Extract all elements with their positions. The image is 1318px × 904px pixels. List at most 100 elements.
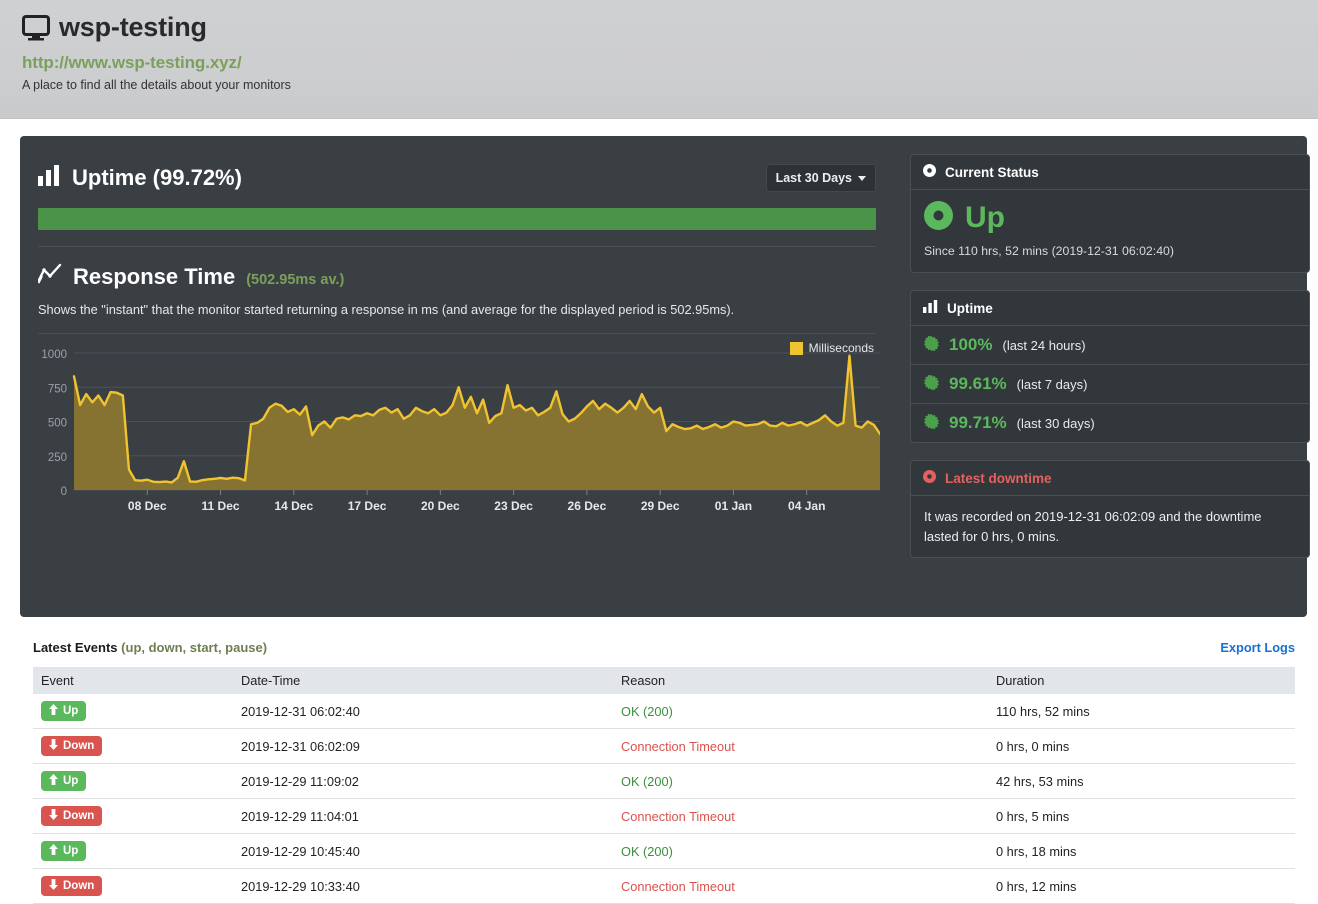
- status-badge: Down: [41, 736, 103, 756]
- cell-datetime: 2019-12-29 11:04:01: [233, 798, 613, 834]
- svg-text:1000: 1000: [41, 349, 67, 361]
- date-range-label: Last 30 Days: [775, 171, 852, 185]
- export-logs-link[interactable]: Export Logs: [1220, 640, 1295, 655]
- uptime-value-30d: 99.71%: [949, 413, 1007, 432]
- status-badge-label: Up: [63, 845, 79, 857]
- svg-text:29 Dec: 29 Dec: [641, 499, 680, 513]
- svg-text:20 Dec: 20 Dec: [421, 499, 460, 513]
- response-time-average: (502.95ms av.): [246, 272, 345, 288]
- current-status-panel-title: Current Status: [945, 164, 1039, 180]
- latest-downtime-panel-header: Latest downtime: [911, 461, 1309, 496]
- latest-events-header: Latest Events (up, down, start, pause) E…: [33, 640, 1295, 655]
- uptime-panel: Uptime 100% (last 24 hours) 99.61% (last…: [910, 290, 1310, 443]
- uptime-bar: [38, 208, 876, 230]
- cell-event: Up: [33, 763, 233, 799]
- column-header-duration: Duration: [988, 667, 1295, 694]
- response-time-heading-text: Response Time: [73, 263, 236, 289]
- events-table: Event Date-Time Reason Duration Up 2019-1…: [33, 667, 1295, 904]
- cell-duration: 110 hrs, 52 mins: [988, 694, 1295, 729]
- monitor-icon: [22, 14, 50, 41]
- svg-text:250: 250: [48, 452, 67, 464]
- chart-canvas: 0 250 500 750 1000 08 Dec 11 Dec 14 Dec 17 Dec 20…: [41, 349, 880, 513]
- chevron-down-icon: [858, 175, 866, 181]
- cell-reason: Connection Timeout: [613, 728, 988, 764]
- cell-datetime: 2019-12-29 10:33:40: [233, 868, 613, 904]
- cell-reason: Connection Timeout: [613, 868, 988, 904]
- uptime-header-row: Uptime (99.72%) Last 30 Days: [36, 152, 878, 192]
- dashboard-right-column: Current Status Up Since 110 hrs, 52 mins…: [910, 154, 1310, 575]
- cell-reason: OK (200): [613, 763, 988, 799]
- uptime-heading: Uptime (99.72%): [38, 164, 242, 192]
- svg-text:14 Dec: 14 Dec: [274, 499, 313, 513]
- status-badge-label: Up: [63, 775, 79, 787]
- latest-downtime-panel: Latest downtime It was recorded on 2019-…: [910, 460, 1310, 558]
- bar-chart-icon: [923, 300, 938, 316]
- latest-downtime-text: It was recorded on 2019-12-31 06:02:09 a…: [924, 509, 1262, 544]
- status-badge: Up: [41, 701, 87, 721]
- status-badge-label: Down: [63, 740, 95, 752]
- uptime-label-30d: (last 30 days): [1016, 415, 1095, 431]
- latest-downtime-panel-title: Latest downtime: [945, 470, 1052, 486]
- cell-datetime: 2019-12-31 06:02:40: [233, 694, 613, 729]
- response-time-header: Response Time (502.95ms av.): [37, 263, 876, 290]
- uptime-row-7d: 99.61% (last 7 days): [911, 365, 1309, 404]
- sunburst-icon: [923, 413, 940, 432]
- uptime-value-24h: 100%: [949, 335, 993, 354]
- response-time-chart: Milliseconds 0 250 500 750 1000 08 Dec 11 Dec 1…: [38, 341, 880, 525]
- column-header-reason: Reason: [613, 667, 988, 694]
- svg-text:23 Dec: 23 Dec: [494, 499, 533, 513]
- column-header-event: Event: [33, 667, 233, 694]
- cell-duration: 0 hrs, 18 mins: [988, 833, 1295, 869]
- svg-text:11 Dec: 11 Dec: [202, 499, 240, 513]
- cell-event: Up: [33, 833, 233, 869]
- status-badge: Down: [41, 806, 103, 826]
- status-badge: Down: [41, 876, 103, 896]
- latest-events-title-muted: (up, down, start, pause): [121, 640, 268, 655]
- cell-datetime: 2019-12-31 06:02:09: [233, 728, 613, 764]
- status-badge-label: Down: [63, 810, 95, 822]
- events-table-header-row: Event Date-Time Reason Duration: [33, 667, 1295, 694]
- svg-text:0: 0: [61, 486, 67, 498]
- events-table-body: Up 2019-12-31 06:02:40 OK (200) 110 hrs, 52…: [33, 694, 1295, 904]
- current-status-value: Up: [924, 201, 1296, 235]
- page-title-text: wsp-testing: [59, 12, 207, 42]
- uptime-panel-title: Uptime: [947, 300, 993, 316]
- cell-event: Down: [33, 798, 233, 834]
- cell-datetime: 2019-12-29 11:09:02: [233, 763, 613, 799]
- dashboard-card: Uptime (99.72%) Last 30 Days Response Ti…: [20, 136, 1310, 617]
- current-status-panel: Current Status Up Since 110 hrs, 52 mins…: [910, 154, 1310, 273]
- page-subtitle: A place to find all the details about yo…: [22, 78, 291, 92]
- uptime-label-24h: (last 24 hours): [1002, 337, 1086, 353]
- dot-circle-icon: [923, 470, 936, 486]
- cell-reason: Connection Timeout: [613, 798, 988, 834]
- table-row: Down 2019-12-29 11:04:01 Connection Timeou…: [33, 798, 1295, 834]
- line-chart-icon: [37, 263, 62, 290]
- arrow-down-icon: [49, 809, 58, 823]
- site-url-link[interactable]: http://www.wsp-testing.xyz/: [22, 53, 1318, 73]
- cell-duration: 0 hrs, 12 mins: [988, 868, 1295, 904]
- sunburst-icon: [923, 374, 940, 393]
- table-row: Up 2019-12-29 11:09:02 OK (200) 42 hrs, 53 …: [33, 763, 1295, 799]
- cell-event: Down: [33, 868, 233, 904]
- svg-text:17 Dec: 17 Dec: [348, 499, 387, 513]
- response-time-description: Shows the "instant" that the monitor sta…: [38, 302, 735, 317]
- latest-events-section: Latest Events (up, down, start, pause) E…: [33, 640, 1295, 904]
- table-row: Up 2019-12-31 06:02:40 OK (200) 110 hrs, 52…: [33, 694, 1295, 729]
- svg-text:01 Jan: 01 Jan: [715, 499, 752, 513]
- cell-duration: 0 hrs, 0 mins: [988, 728, 1295, 764]
- status-since-text: Since 110 hrs, 52 mins (2019-12-31 06:02…: [924, 244, 1174, 258]
- arrow-down-icon: [49, 879, 58, 893]
- column-header-datetime: Date-Time: [233, 667, 613, 694]
- chart-legend: Milliseconds: [789, 341, 874, 355]
- status-dot-circle-icon: [924, 201, 953, 235]
- dashboard-left-column: Uptime (99.72%) Last 30 Days Response Ti…: [36, 152, 880, 525]
- legend-swatch-milliseconds: [789, 341, 803, 355]
- page-header: wsp-testing http://www.wsp-testing.xyz/ …: [0, 0, 1318, 119]
- legend-label-milliseconds: Milliseconds: [808, 341, 874, 355]
- date-range-dropdown[interactable]: Last 30 Days: [765, 164, 876, 192]
- table-row: Down 2019-12-29 10:33:40 Connection Timeou…: [33, 868, 1295, 904]
- status-text: Up: [965, 201, 1005, 234]
- svg-text:750: 750: [48, 383, 67, 395]
- table-row: Up 2019-12-29 10:45:40 OK (200) 0 hrs, 18 m…: [33, 833, 1295, 869]
- divider-2: [38, 333, 876, 334]
